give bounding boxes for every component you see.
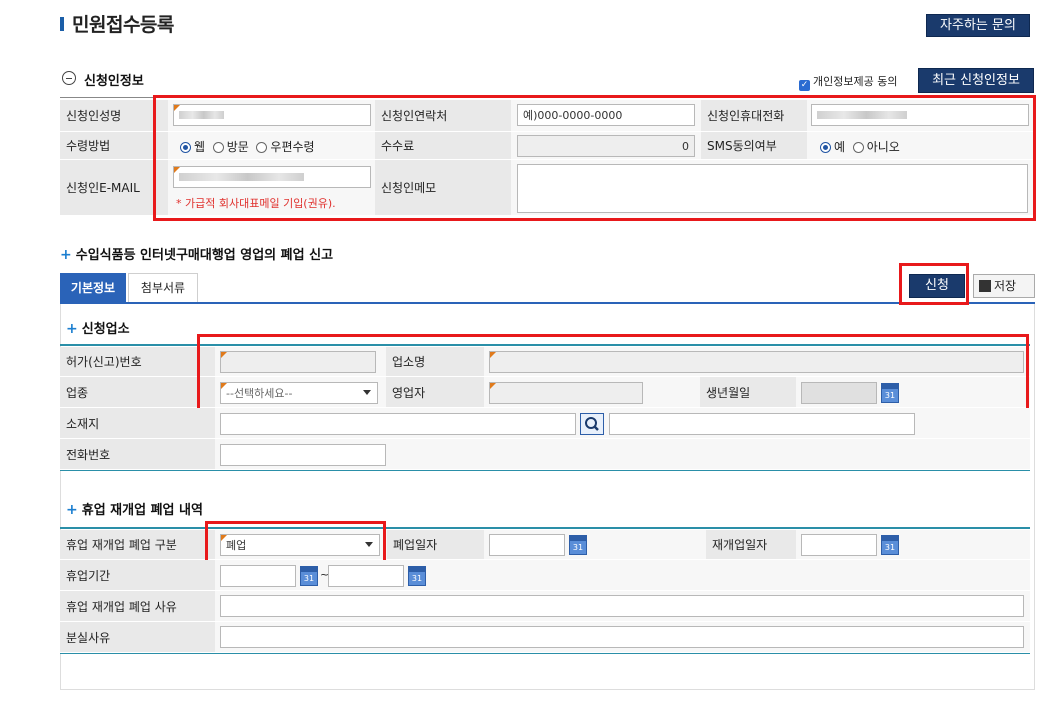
highlight-business xyxy=(197,334,1029,418)
plus-icon: + xyxy=(60,247,72,263)
save-button[interactable]: 저장 xyxy=(973,274,1035,298)
highlight-applicant xyxy=(153,95,1036,221)
business-section-title: + 신청업소 xyxy=(66,321,130,337)
closure-section-title: + 휴업 재개업 폐업 내역 xyxy=(66,502,203,518)
phone-label: 전화번호 xyxy=(60,439,215,470)
reopen-date-input[interactable] xyxy=(801,534,877,556)
collapse-icon[interactable] xyxy=(62,71,76,85)
address-label: 소재지 xyxy=(60,408,215,439)
page-title: 민원접수등록 xyxy=(72,14,174,36)
save-icon xyxy=(979,280,991,292)
reason-input[interactable] xyxy=(220,595,1024,617)
name-label: 신청인성명 xyxy=(60,100,168,132)
faq-button[interactable]: 자주하는 문의 xyxy=(926,14,1030,37)
loss-reason-input[interactable] xyxy=(220,626,1024,648)
highlight-closure-type xyxy=(205,521,386,563)
title-marker xyxy=(60,17,64,31)
suspend-end-input[interactable] xyxy=(328,565,404,587)
receive-method-label: 수령방법 xyxy=(60,132,168,160)
phone-input[interactable] xyxy=(220,444,386,466)
address-input[interactable] xyxy=(220,413,576,435)
report-title: + 수입식품등 인터넷구매대행업 영업의 폐업 신고 xyxy=(60,247,334,263)
loss-reason-label: 분실사유 xyxy=(60,622,215,653)
permit-label: 허가(신고)번호 xyxy=(60,347,215,377)
reopen-date-label: 재개업일자 xyxy=(706,530,796,560)
calendar-icon[interactable]: 31 xyxy=(881,535,899,555)
recent-applicant-button[interactable]: 최근 신청인정보 xyxy=(918,68,1034,93)
plus-icon: + xyxy=(66,321,78,337)
suspend-start-input[interactable] xyxy=(220,565,296,587)
biz-type-label: 업종 xyxy=(60,377,215,408)
reason-label: 휴업 재개업 폐업 사유 xyxy=(60,591,215,622)
close-date-input[interactable] xyxy=(489,534,565,556)
privacy-consent-label: 개인정보제공 동의 xyxy=(813,75,898,88)
applicant-section-title: 신청인정보 xyxy=(84,74,144,89)
highlight-apply xyxy=(899,263,969,305)
table-bottom-border xyxy=(60,653,1030,654)
suspend-period-label: 휴업기간 xyxy=(60,560,215,591)
privacy-consent[interactable]: ✓ 개인정보제공 동의 xyxy=(799,73,897,91)
checkbox-checked-icon[interactable]: ✓ xyxy=(799,80,810,91)
plus-icon: + xyxy=(66,502,78,518)
calendar-icon[interactable]: 31 xyxy=(569,535,587,555)
close-date-label: 폐업일자 xyxy=(387,530,484,560)
tab-basic-info[interactable]: 기본정보 xyxy=(60,273,126,302)
closure-type-label: 휴업 재개업 폐업 구분 xyxy=(60,530,215,560)
tab-attachments[interactable]: 첨부서류 xyxy=(128,273,198,302)
search-icon[interactable] xyxy=(580,413,604,435)
table-bottom-border xyxy=(60,470,1030,471)
calendar-icon[interactable]: 31 xyxy=(300,566,318,586)
calendar-icon[interactable]: 31 xyxy=(408,566,426,586)
address-detail-input[interactable] xyxy=(609,413,915,435)
email-label: 신청인E-MAIL xyxy=(60,160,168,216)
